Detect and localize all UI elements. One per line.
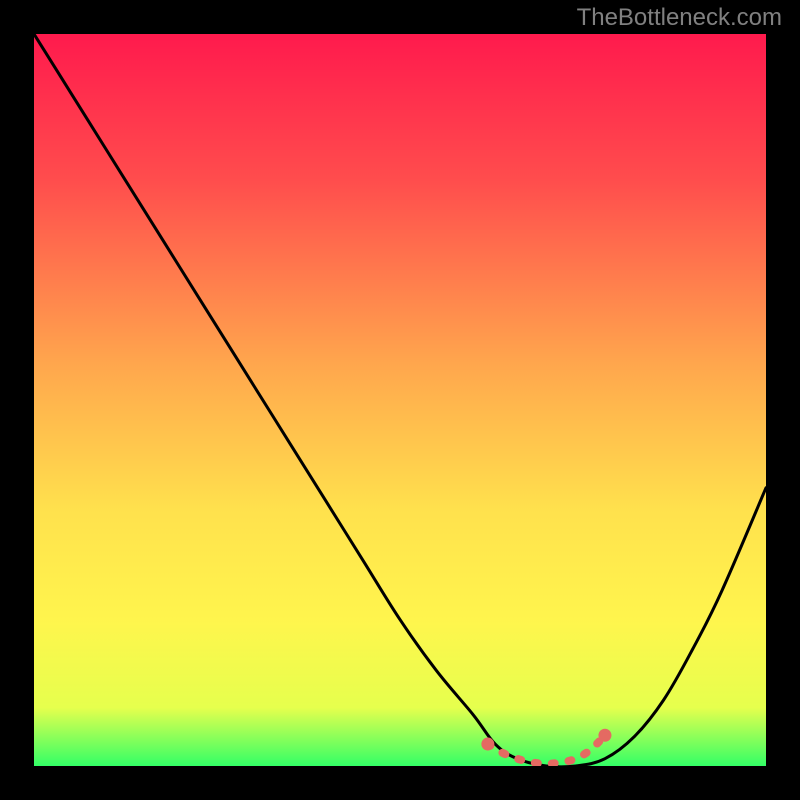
watermark-label: TheBottleneck.com xyxy=(577,4,782,32)
chart-svg xyxy=(34,34,766,766)
gradient-background xyxy=(34,34,766,766)
optimal-range-endpoint xyxy=(598,729,611,742)
chart-frame xyxy=(34,34,766,766)
chart-plot-area xyxy=(34,34,766,766)
optimal-range-endpoint xyxy=(481,738,494,751)
